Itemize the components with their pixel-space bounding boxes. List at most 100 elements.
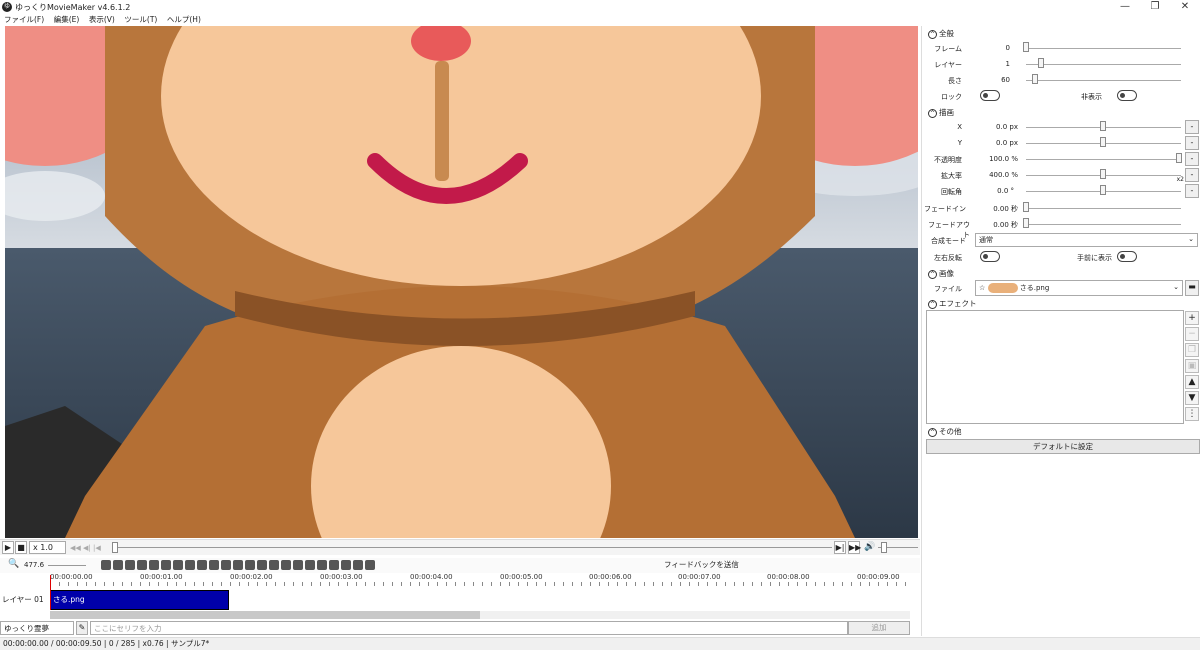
section-image[interactable]: ^ 画像 [928, 268, 954, 279]
move-up-icon[interactable]: ▲ [1185, 375, 1199, 389]
dialogue-icon[interactable] [101, 560, 111, 570]
volume-knob[interactable] [881, 542, 887, 553]
collapse-icon[interactable]: ^ [928, 29, 937, 39]
layer-slider-knob[interactable] [1038, 58, 1044, 68]
rotation-options-button[interactable]: - [1185, 184, 1199, 198]
layer-slider[interactable] [1026, 64, 1181, 65]
y-options-button[interactable]: - [1185, 136, 1199, 150]
collapse-icon[interactable]: ^ [928, 427, 937, 437]
dialogue-input[interactable]: ここにセリフを入力 [90, 621, 848, 635]
hide-toggle[interactable] [1117, 90, 1137, 101]
length-slider[interactable] [1026, 80, 1181, 81]
playhead[interactable] [50, 575, 51, 610]
add-effect-icon[interactable]: + [1185, 311, 1199, 325]
speaker-select[interactable]: ゆっくり霊夢 [0, 621, 74, 635]
frame-step-buttons[interactable]: ◀◀ ◀| |◀ [70, 544, 110, 552]
play-button[interactable]: ▶ [2, 541, 14, 554]
menu-edit[interactable]: 編集(E) [54, 14, 80, 26]
feedback-button[interactable]: フィードバックを送信 [664, 559, 739, 570]
save-icon[interactable] [233, 560, 243, 570]
add-dialogue-button[interactable]: 追加 [848, 621, 910, 635]
rotation-slider-knob[interactable] [1100, 185, 1106, 195]
audio-icon[interactable] [137, 560, 147, 570]
volume-icon[interactable]: 🔊 [864, 542, 875, 552]
reset-default-button[interactable]: デフォルトに設定 [926, 439, 1200, 454]
fadein-slider-knob[interactable] [1023, 202, 1029, 212]
lock-toggle[interactable] [980, 90, 1000, 101]
toolbar-buttons[interactable] [100, 558, 655, 573]
collapse-icon[interactable]: ^ [928, 269, 937, 279]
star-icon[interactable]: ☆ [979, 284, 985, 292]
face-icon[interactable] [185, 560, 195, 570]
text-icon[interactable] [113, 560, 123, 570]
paste-icon[interactable] [305, 560, 315, 570]
timeline-scrollbar-thumb[interactable] [50, 611, 480, 619]
x-slider-knob[interactable] [1100, 121, 1106, 131]
lock-icon[interactable] [317, 560, 327, 570]
remove-effect-icon[interactable]: − [1185, 327, 1199, 341]
menu-file[interactable]: ファイル(F) [4, 14, 44, 26]
collapse-icon[interactable]: ^ [928, 299, 937, 309]
tachie-icon[interactable] [173, 560, 183, 570]
copy-icon[interactable] [293, 560, 303, 570]
stop-button[interactable]: ■ [15, 541, 27, 554]
scale-slider-knob[interactable] [1100, 169, 1106, 179]
split-icon[interactable] [341, 560, 351, 570]
section-other[interactable]: ^ その他 [928, 426, 962, 437]
video-preview[interactable] [5, 26, 918, 538]
section-effect[interactable]: ^ エフェクト [928, 298, 977, 309]
cut-icon[interactable] [281, 560, 291, 570]
seek-knob[interactable] [112, 542, 118, 553]
opacity-options-button[interactable]: - [1185, 152, 1199, 166]
move-down-icon[interactable]: ▼ [1185, 391, 1199, 405]
undo-icon[interactable] [257, 560, 267, 570]
y-slider-knob[interactable] [1100, 137, 1106, 147]
opacity-slider-knob[interactable] [1176, 153, 1182, 163]
effect-list[interactable] [926, 310, 1184, 424]
frame-slider-knob[interactable] [1023, 42, 1029, 52]
effect-icon[interactable] [197, 560, 207, 570]
copy-effect-icon[interactable]: ❐ [1185, 343, 1199, 357]
maximize-button[interactable]: ❐ [1140, 0, 1170, 14]
end-button[interactable]: ▶▶ [848, 541, 861, 554]
fadein-slider[interactable] [1026, 208, 1181, 209]
scale-options-button[interactable]: - [1185, 168, 1199, 182]
close-button[interactable]: ✕ [1170, 0, 1200, 14]
file-select[interactable]: ☆ さる.png ⌄ [975, 280, 1183, 296]
timeline-ruler[interactable]: 00:00:00.00 00:00:01.00 00:00:02.00 00:0… [0, 573, 910, 587]
next-frame-button[interactable]: ▶| [834, 541, 846, 554]
video-icon[interactable] [125, 560, 135, 570]
front-toggle[interactable] [1117, 251, 1137, 262]
fadeout-slider[interactable] [1026, 224, 1181, 225]
camera-icon[interactable] [365, 560, 375, 570]
redo-icon[interactable] [269, 560, 279, 570]
save-effect-icon[interactable]: ▣ [1185, 359, 1199, 373]
image-icon[interactable] [149, 560, 159, 570]
blend-mode-select[interactable]: 通常 ⌄ [975, 233, 1198, 247]
fadeout-slider-knob[interactable] [1023, 218, 1029, 228]
menu-view[interactable]: 表示(V) [89, 14, 115, 26]
group-icon[interactable] [209, 560, 219, 570]
more-options-icon[interactable]: ⋮ [1185, 407, 1199, 421]
speed-select[interactable]: x 1.0 [29, 541, 66, 554]
folder-icon[interactable] [353, 560, 363, 570]
collapse-icon[interactable]: ^ [928, 108, 937, 118]
clock-icon[interactable] [245, 560, 255, 570]
zoom-slider[interactable] [48, 565, 86, 566]
opacity-slider[interactable] [1026, 159, 1181, 160]
length-slider-knob[interactable] [1032, 74, 1038, 84]
minimize-button[interactable]: — [1110, 0, 1140, 14]
frame-slider[interactable] [1026, 48, 1181, 49]
flip-toggle[interactable] [980, 251, 1000, 262]
seek-bar[interactable] [112, 547, 832, 548]
timeline-clip[interactable]: さる.png [50, 590, 229, 610]
section-general[interactable]: ^ 全般 [928, 28, 954, 39]
scene-icon[interactable] [221, 560, 231, 570]
speaker-settings-icon[interactable]: ✎ [76, 621, 88, 635]
x-options-button[interactable]: - [1185, 120, 1199, 134]
menu-tools[interactable]: ツール(T) [124, 14, 157, 26]
menu-help[interactable]: ヘルプ(H) [167, 14, 201, 26]
section-drawing[interactable]: ^ 描画 [928, 107, 954, 118]
delete-icon[interactable] [329, 560, 339, 570]
folder-open-icon[interactable]: ▬ [1185, 280, 1199, 296]
